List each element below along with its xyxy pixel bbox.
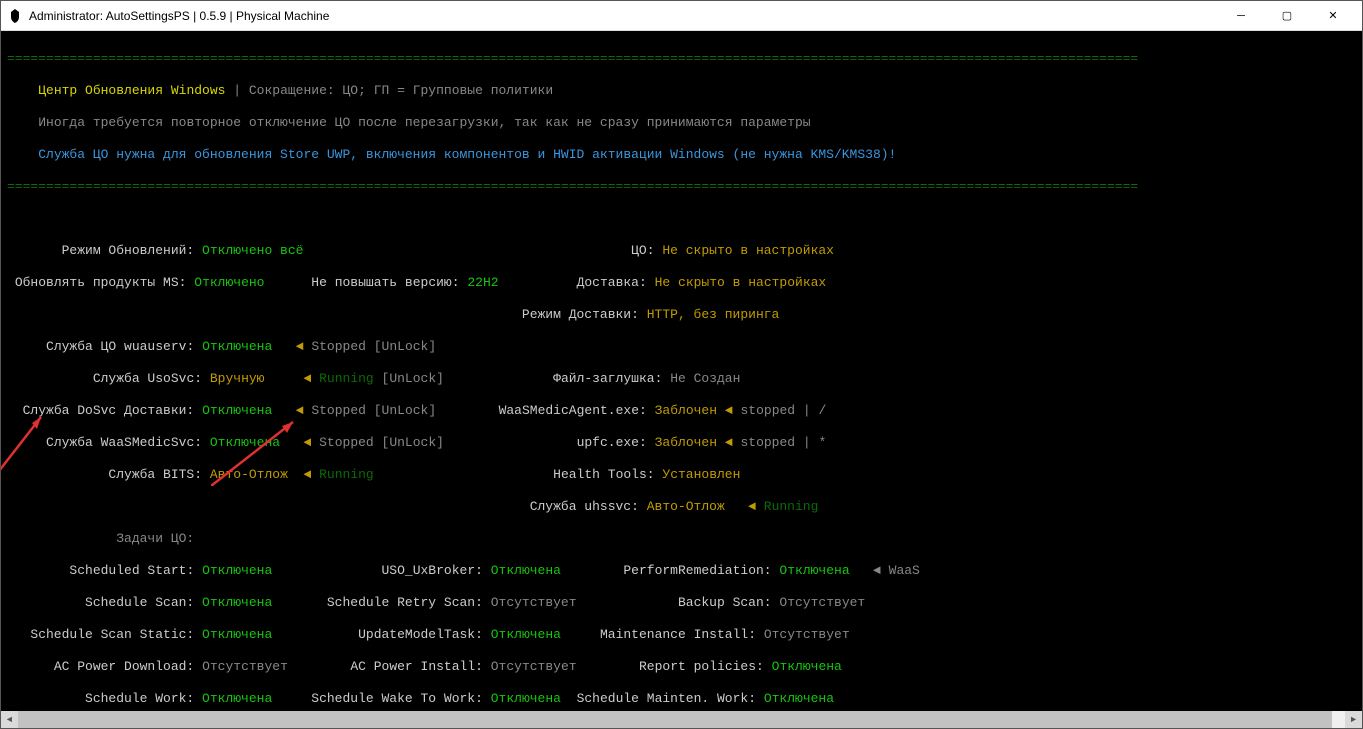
health-label: Health Tools: <box>553 467 654 482</box>
update-mode-label: Режим Обновлений: <box>62 243 195 258</box>
annotation-arrow-icon <box>211 416 301 486</box>
svc-bits-label: Служба BITS: <box>108 467 202 482</box>
arrow-icon: ◄ <box>748 499 756 514</box>
no-raise-value: 22H2 <box>467 275 498 290</box>
waas-label: WaaSMedicAgent.exe: <box>499 403 647 418</box>
arrow-icon: ◄ <box>296 339 304 354</box>
svc-wuau-label: Служба ЦО wuauserv: <box>46 339 194 354</box>
header-title: Центр Обновления Windows <box>38 83 225 98</box>
stub-value: Не Создан <box>670 371 740 386</box>
health-value: Установлен <box>662 467 740 482</box>
no-raise-label: Не повышать версию: <box>311 275 459 290</box>
svc-wuau-value: Отключена <box>202 339 272 354</box>
close-button[interactable]: ✕ <box>1310 1 1356 31</box>
tasks-header: Задачи ЦО: <box>116 531 194 546</box>
ms-prod-label: Обновлять продукты MS: <box>15 275 187 290</box>
delivery-label: Доставка: <box>577 275 647 290</box>
dmode-label: Режим Доставки: <box>522 307 639 322</box>
uhs-label: Служба uhssvc: <box>530 499 639 514</box>
upfc-value: Заблочен <box>655 435 717 450</box>
ms-prod-value: Отключено <box>194 275 264 290</box>
scroll-track[interactable] <box>18 711 1345 728</box>
window-title: Administrator: AutoSettingsPS | 0.5.9 | … <box>29 9 1218 23</box>
annotation-arrow-icon <box>1 411 49 471</box>
update-mode-value: Отключено всё <box>202 243 303 258</box>
terminal-output[interactable]: ========================================… <box>1 31 1362 711</box>
arrow-icon: ◄ <box>725 435 733 450</box>
waas-value: Заблочен <box>655 403 717 418</box>
svc-uso-label: Служба UsoSvc: <box>93 371 202 386</box>
scroll-left-button[interactable]: ◄ <box>1 711 18 728</box>
co-value: Не скрыто в настройках <box>662 243 834 258</box>
arrow-icon: ◄ <box>725 403 733 418</box>
arrow-icon: ◄ <box>303 467 311 482</box>
svc-uso-value: Вручную <box>210 371 265 386</box>
app-icon <box>7 8 23 24</box>
uhs-value: Авто-Отлож <box>647 499 725 514</box>
divider: ========================================… <box>7 51 1138 66</box>
co-label: ЦО: <box>631 243 654 258</box>
window-controls: ─ ▢ ✕ <box>1218 1 1356 31</box>
arrow-icon: ◄ <box>303 435 311 450</box>
dmode-value: HTTP, без пиринга <box>647 307 780 322</box>
divider-2: ========================================… <box>7 179 1138 194</box>
svc-waasmed-label: Служба WaaSMedicSvc: <box>46 435 202 450</box>
stub-label: Файл-заглушка: <box>553 371 662 386</box>
scroll-thumb[interactable] <box>18 711 1332 728</box>
upfc-label: upfc.exe: <box>577 435 647 450</box>
horizontal-scrollbar[interactable]: ◄ ► <box>1 711 1362 728</box>
header-abbr: | Сокращение: ЦО; ГП = Групповые политик… <box>233 83 553 98</box>
minimize-button[interactable]: ─ <box>1218 1 1264 31</box>
arrow-icon: ◄ <box>303 371 311 386</box>
titlebar[interactable]: Administrator: AutoSettingsPS | 0.5.9 | … <box>1 1 1362 31</box>
app-window: Administrator: AutoSettingsPS | 0.5.9 | … <box>0 0 1363 729</box>
maximize-button[interactable]: ▢ <box>1264 1 1310 31</box>
delivery-value: Не скрыто в настройках <box>655 275 827 290</box>
header-info: Служба ЦО нужна для обновления Store UWP… <box>38 147 896 162</box>
header-warn: Иногда требуется повторное отключение ЦО… <box>38 115 810 130</box>
scroll-right-button[interactable]: ► <box>1345 711 1362 728</box>
